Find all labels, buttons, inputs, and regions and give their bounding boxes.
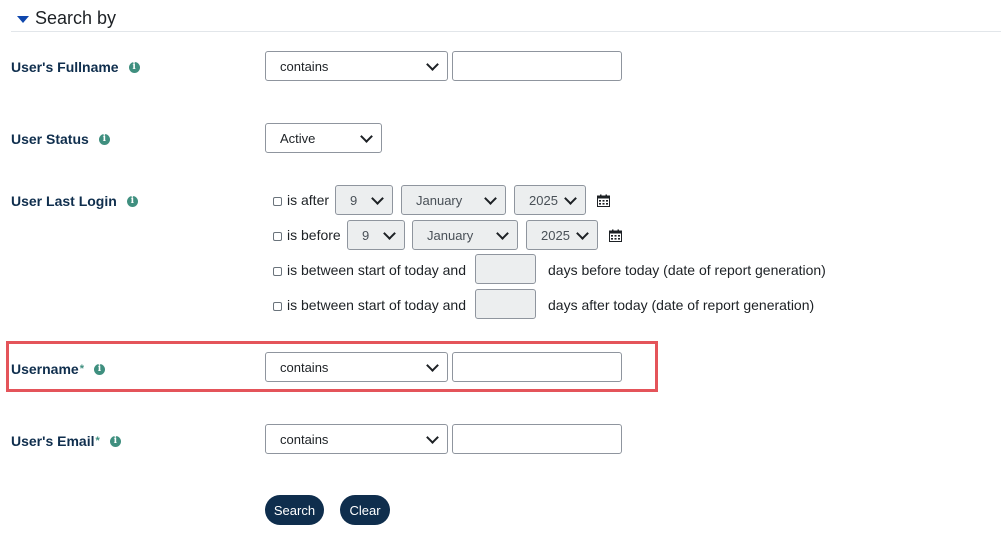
calendar-icon[interactable] xyxy=(597,194,610,207)
section-toggle[interactable]: Search by xyxy=(17,8,116,29)
before-month-select[interactable]: January xyxy=(412,220,518,250)
chevron-down-icon xyxy=(496,226,509,240)
email-input[interactable] xyxy=(452,424,622,454)
chevron-down-icon xyxy=(371,191,384,205)
search-button[interactable]: Search xyxy=(265,495,324,525)
calendar-icon[interactable] xyxy=(609,229,622,242)
before-day-select[interactable]: 9 xyxy=(347,220,405,250)
chevron-down-icon xyxy=(576,226,589,240)
info-icon[interactable]: i xyxy=(93,363,105,375)
after-label: is after xyxy=(287,192,330,208)
chevron-down-icon xyxy=(383,226,396,240)
days-before-input[interactable] xyxy=(475,254,536,284)
chevron-down-icon xyxy=(564,191,577,205)
chevron-down-icon xyxy=(426,57,439,71)
chevron-down-icon xyxy=(360,129,373,143)
info-icon[interactable]: i xyxy=(126,195,138,207)
section-title: Search by xyxy=(35,8,117,28)
required-icon: * xyxy=(95,435,100,447)
after-checkbox[interactable] xyxy=(273,197,282,206)
between-after-suffix: days after today (date of report generat… xyxy=(548,297,815,313)
after-day-select[interactable]: 9 xyxy=(335,185,393,215)
chevron-down-icon xyxy=(426,430,439,444)
username-label: Username * i xyxy=(11,361,105,377)
between-after-label: is between start of today and xyxy=(287,297,466,313)
before-year-select[interactable]: 2025 xyxy=(526,220,598,250)
status-select[interactable]: Active xyxy=(265,123,382,153)
between-before-label: is between start of today and xyxy=(287,262,466,278)
required-icon: * xyxy=(79,363,84,375)
between-after-checkbox[interactable] xyxy=(273,302,282,311)
email-label: User's Email * i xyxy=(11,433,121,449)
after-year-select[interactable]: 2025 xyxy=(514,185,586,215)
between-before-suffix: days before today (date of report genera… xyxy=(548,262,826,278)
section-divider xyxy=(11,31,1001,32)
chevron-down-icon xyxy=(484,191,497,205)
last-login-label: User Last Login i xyxy=(11,193,138,209)
username-input[interactable] xyxy=(452,352,622,382)
fullname-operator-select[interactable]: contains xyxy=(265,51,448,81)
email-operator-select[interactable]: contains xyxy=(265,424,448,454)
status-label: User Status i xyxy=(11,131,110,147)
fullname-input[interactable] xyxy=(452,51,622,81)
info-icon[interactable]: i xyxy=(98,133,110,145)
info-icon[interactable]: i xyxy=(128,61,140,73)
chevron-down-icon xyxy=(426,358,439,372)
fullname-label: User's Fullname i xyxy=(11,59,140,75)
between-before-checkbox[interactable] xyxy=(273,267,282,276)
caret-down-icon xyxy=(17,16,29,23)
before-checkbox[interactable] xyxy=(273,232,282,241)
username-operator-select[interactable]: contains xyxy=(265,352,448,382)
clear-button[interactable]: Clear xyxy=(340,495,390,525)
info-icon[interactable]: i xyxy=(109,435,121,447)
after-month-select[interactable]: January xyxy=(401,185,506,215)
before-label: is before xyxy=(287,227,341,243)
days-after-input[interactable] xyxy=(475,289,536,319)
